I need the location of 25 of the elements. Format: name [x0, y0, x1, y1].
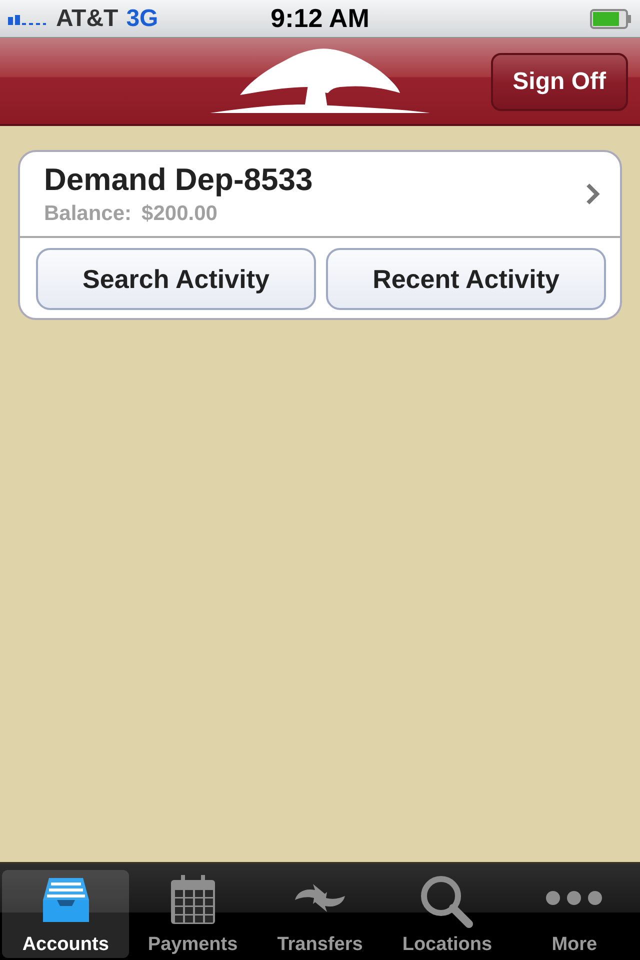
tab-label: Locations [402, 934, 492, 956]
ellipsis-icon [545, 888, 604, 908]
battery-icon [590, 8, 632, 28]
tab[interactable]: Payments [129, 870, 256, 958]
tab[interactable]: Locations [384, 870, 511, 958]
signal-icon [8, 12, 46, 24]
clock-time: 9:12 AM [270, 3, 370, 34]
calendar-icon [168, 874, 217, 926]
chevron-icon[interactable] [586, 183, 600, 205]
tab[interactable]: More [510, 870, 638, 958]
carrier-name: AT&T [56, 4, 118, 32]
network-type: 3G [126, 4, 158, 32]
sign-off-button[interactable]: Sign Off [490, 53, 628, 111]
tab[interactable]: Transfers [256, 870, 384, 958]
activity-button[interactable]: Recent Activity [326, 248, 606, 310]
tab-label: Payments [148, 934, 238, 956]
account-name[interactable]: Demand Dep-8533 [44, 162, 586, 198]
tab[interactable]: Accounts [2, 870, 130, 958]
tab-label: Accounts [22, 934, 109, 956]
tab-label: More [552, 934, 598, 956]
activity-button[interactable]: Search Activity [36, 248, 316, 310]
tab-label: Transfers [277, 934, 363, 956]
balance-amount: $200.00 [142, 202, 218, 226]
balance-label: Balance: [44, 202, 132, 226]
search-icon [419, 874, 476, 930]
